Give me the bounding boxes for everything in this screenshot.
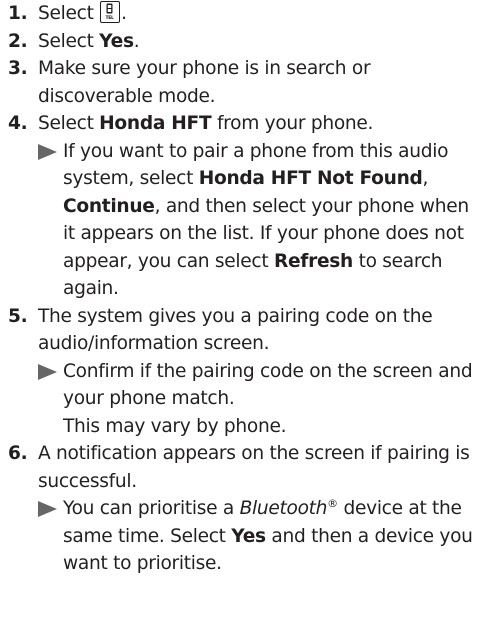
step-4-note: If you want to pair a phone from this au… xyxy=(38,138,474,303)
instruction-page: 1. Select TEL. 2. Select Yes. 3. Make su… xyxy=(0,0,478,642)
step-text: The system gives you a pairing code on t… xyxy=(38,305,433,355)
step-5: 5. The system gives you a pairing code o… xyxy=(8,303,474,441)
step-text-end: . xyxy=(121,3,127,24)
step-5-note: Confirm if the pairing code on the scree… xyxy=(38,358,474,441)
step-number: 5. xyxy=(8,305,28,327)
step-text: Select xyxy=(38,113,100,134)
step-number: 2. xyxy=(8,30,28,52)
arrow-right-icon xyxy=(38,501,57,517)
note-text-secondary: This may vary by phone. xyxy=(63,415,287,437)
step-text-end: from your phone. xyxy=(211,113,374,134)
yes-option-label: Yes xyxy=(99,30,134,52)
step-6: 6. A notification appears on the screen … xyxy=(8,440,474,578)
step-number: 1. xyxy=(8,3,28,24)
step-text-end: . xyxy=(133,30,140,52)
refresh-label: Refresh xyxy=(273,250,353,272)
step-text: Select xyxy=(38,3,100,24)
continue-label: Continue xyxy=(63,195,155,217)
step-4: 4. Select Honda HFT from your phone. If … xyxy=(8,110,474,303)
step-number: 3. xyxy=(8,58,28,79)
registered-mark: ® xyxy=(327,497,338,510)
honda-hft-not-found-label: Honda HFT Not Found xyxy=(198,168,423,189)
yes-option-label: Yes xyxy=(231,525,266,547)
note-text: You can prioritise a xyxy=(63,498,240,519)
step-number: 4. xyxy=(8,113,28,134)
arrow-right-icon xyxy=(38,363,57,380)
step-3: 3. Make sure your phone is in search or … xyxy=(8,55,474,110)
step-6-note: You can prioritise a Bluetooth® device a… xyxy=(38,495,474,578)
tel-icon-label: TEL xyxy=(106,15,115,21)
bluetooth-label: Bluetooth xyxy=(239,498,328,519)
step-1: 1. Select TEL. xyxy=(8,0,474,28)
tel-phone-icon: TEL xyxy=(100,1,121,23)
step-text: Select xyxy=(38,30,100,52)
note-text: , xyxy=(422,168,429,189)
honda-hft-label: Honda HFT xyxy=(99,113,212,134)
step-number: 6. xyxy=(8,443,28,464)
step-text: A notification appears on the screen if … xyxy=(38,443,470,492)
step-2: 2. Select Yes. xyxy=(8,28,474,56)
step-text: Make sure your phone is in search or dis… xyxy=(38,58,371,107)
arrow-right-icon xyxy=(38,143,57,160)
note-text: Confirm if the pairing code on the scree… xyxy=(63,360,473,410)
